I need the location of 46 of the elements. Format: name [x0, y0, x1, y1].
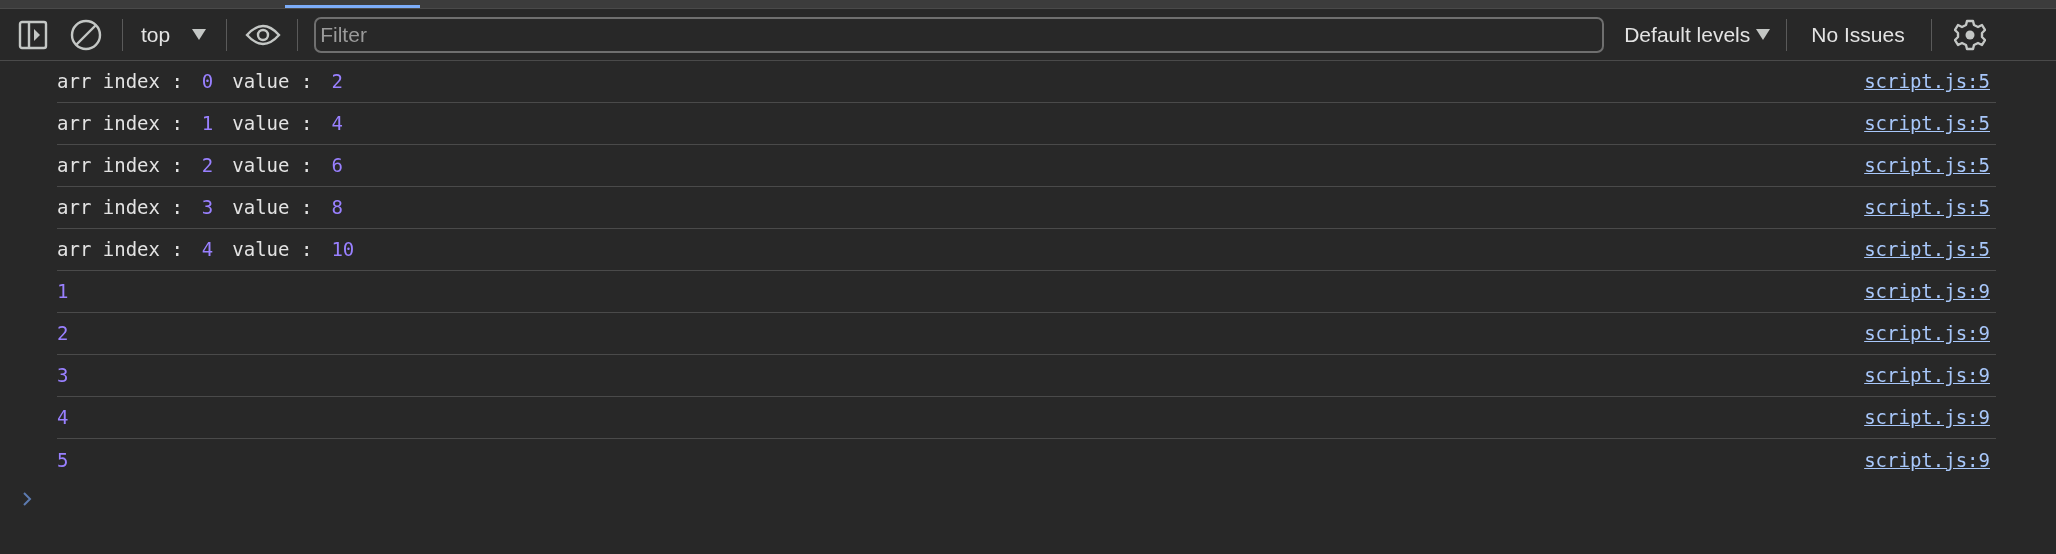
log-text: arr index : [57, 111, 183, 137]
log-text: arr index : [57, 153, 183, 179]
source-link[interactable]: script.js:5 [1864, 193, 1990, 222]
log-number: 3 [57, 363, 69, 389]
source-link[interactable]: script.js:9 [1864, 445, 1990, 475]
source-link[interactable]: script.js:9 [1864, 361, 1990, 390]
log-number: 4 [57, 405, 69, 431]
prompt-chevron-icon[interactable] [22, 491, 32, 507]
log-number: 1 [201, 111, 214, 137]
clear-icon[interactable] [70, 18, 102, 51]
log-text: value : [232, 69, 313, 95]
issues-button[interactable]: No Issues [1811, 18, 1905, 51]
log-number: 4 [201, 237, 214, 263]
log-text: arr index : [57, 69, 183, 95]
log-levels-dropdown[interactable]: Default levels [1624, 18, 1771, 51]
settings-icon[interactable] [1953, 18, 1986, 51]
log-text: arr index : [57, 195, 183, 221]
source-link[interactable]: script.js:5 [1864, 235, 1990, 264]
log-number: 0 [201, 69, 214, 95]
log-number: 2 [57, 321, 69, 347]
log-number: 1 [57, 279, 69, 305]
source-link[interactable]: script.js:5 [1864, 109, 1990, 138]
source-link[interactable]: script.js:5 [1864, 151, 1990, 180]
source-link[interactable]: script.js:9 [1864, 277, 1990, 306]
sidebar-toggle-icon[interactable] [18, 19, 48, 50]
log-number: 2 [201, 153, 214, 179]
log-number: 2 [331, 69, 343, 95]
log-number: 3 [201, 195, 214, 221]
log-text: arr index : [57, 237, 183, 263]
caret-icon [1756, 29, 1771, 40]
log-number: 6 [331, 153, 343, 179]
caret-icon [192, 29, 207, 40]
log-number: 5 [57, 447, 69, 473]
log-text: value : [232, 111, 313, 137]
log-number: 10 [331, 237, 355, 263]
log-text: value : [232, 195, 313, 221]
log-text: value : [232, 153, 313, 179]
log-number: 4 [331, 111, 343, 137]
log-text: value : [232, 237, 313, 263]
source-link[interactable]: script.js:9 [1864, 319, 1990, 348]
log-number: 8 [331, 195, 343, 221]
eye-icon[interactable] [245, 22, 282, 47]
source-link[interactable]: script.js:9 [1864, 403, 1990, 432]
context-dropdown[interactable]: top [141, 18, 207, 51]
filter-field[interactable]: Filter [314, 16, 1605, 53]
source-link[interactable]: script.js:5 [1864, 67, 1990, 96]
